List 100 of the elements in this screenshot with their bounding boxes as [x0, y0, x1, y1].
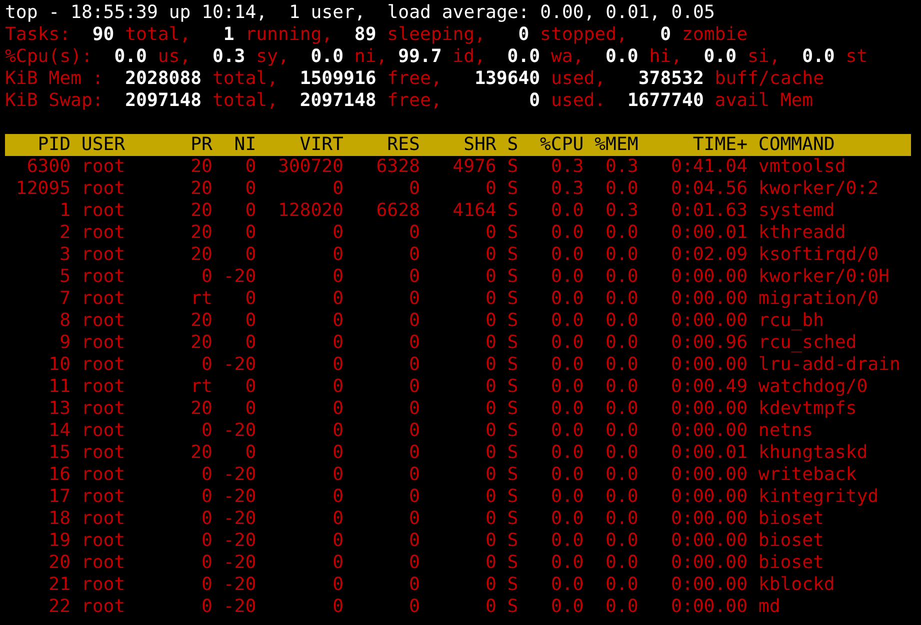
table-cell-text: S	[506, 200, 518, 222]
summary-value: 0.0	[507, 46, 540, 68]
summary-value: 0.0	[310, 46, 344, 68]
table-cell-text: 0	[484, 332, 496, 354]
table-cell-text: 0:00.00	[670, 596, 748, 618]
summary-value: 89	[354, 24, 376, 46]
table-cell-text: 0.0	[604, 596, 638, 618]
summary-value: 0.3	[212, 46, 246, 68]
table-cell-text: root	[81, 442, 126, 464]
table-cell: rcu_bh	[758, 310, 824, 332]
table-cell-text: 0	[332, 222, 344, 244]
table-cell-text: 0.0	[550, 530, 584, 552]
summary-label: KiB Mem :	[5, 68, 104, 90]
table-cell-text: 0.3	[550, 156, 584, 178]
table-cell-text: 0	[332, 398, 344, 420]
table-cell-text: S	[506, 310, 518, 332]
table-cell-text: S	[506, 222, 518, 244]
table-cell-text: 0.0	[550, 574, 584, 596]
table-cell-text: S	[506, 178, 518, 200]
table-cell-text: 0	[200, 464, 212, 486]
table-cell-text: rt	[190, 376, 212, 398]
table-cell-text: root	[81, 376, 126, 398]
summary-label: total,	[212, 68, 278, 90]
table-cell-text: 0	[408, 530, 420, 552]
table-cell-text: root	[81, 398, 126, 420]
table-cell-text: 0	[244, 222, 256, 244]
table-cell-text: -20	[222, 486, 256, 508]
summary-value: 1677740	[627, 90, 704, 112]
table-cell-text: -20	[222, 420, 256, 442]
table-cell: migration/0	[758, 288, 879, 310]
table-cell-text: -20	[222, 596, 256, 618]
table-cell-text: 0:00.00	[670, 398, 748, 420]
table-cell-text: 0	[244, 310, 256, 332]
table-cell-text: 0	[200, 596, 212, 618]
table-cell: bioset	[758, 508, 824, 530]
table-cell-text: 0.0	[550, 442, 584, 464]
summary-value: 0.0	[606, 46, 638, 68]
table-cell-text: root	[81, 266, 126, 288]
table-cell-text: 0.0	[604, 464, 638, 486]
table-cell-text: 0	[408, 442, 420, 464]
table-cell-text: 0.0	[604, 552, 638, 574]
table-cell-text: 0.0	[550, 596, 584, 618]
table-cell-text: 1	[58, 200, 71, 222]
summary-value: 139640	[474, 68, 540, 90]
table-cell-text: 14	[48, 420, 71, 442]
summary-value: 99.7	[398, 46, 442, 68]
table-cell-text: S	[506, 552, 518, 574]
table-cell-text: 0	[332, 244, 344, 266]
table-cell-text: -20	[222, 354, 256, 376]
table-cell-text: 0.3	[604, 156, 638, 178]
table-cell-text: 0:00.00	[670, 420, 748, 442]
table-cell-text: root	[81, 508, 126, 530]
table-cell-text: root	[81, 596, 126, 618]
table-cell-text: 0	[244, 288, 256, 310]
table-cell-text: S	[506, 442, 518, 464]
table-cell-text: 4976	[452, 156, 496, 178]
table-cell-text: 0.0	[604, 310, 638, 332]
table-cell-text: root	[81, 222, 126, 244]
table-cell-text: 0	[332, 574, 344, 596]
table-cell-text: S	[506, 288, 518, 310]
table-cell-text: root	[81, 156, 126, 178]
summary-label: id,	[452, 46, 486, 68]
summary-value: 378532	[638, 68, 704, 90]
table-cell-text: 0.0	[550, 552, 584, 574]
table-cell-text: root	[81, 288, 126, 310]
table-cell-text: 0.3	[604, 200, 638, 222]
column-header: %MEM	[594, 134, 638, 156]
table-cell-text: 18	[48, 508, 71, 530]
table-cell-text: 0	[332, 596, 344, 618]
table-cell-text: 0	[408, 420, 420, 442]
table-cell-text: 0.0	[550, 486, 584, 508]
table-cell-text: 0	[408, 288, 420, 310]
column-header: %CPU	[539, 134, 584, 156]
table-cell-text: S	[506, 156, 518, 178]
column-header: COMMAND	[758, 134, 835, 156]
table-cell-text: 0	[484, 508, 496, 530]
table-cell-text: 0	[332, 420, 344, 442]
table-cell-text: 22	[48, 596, 71, 618]
table-cell-text: 0:00.00	[670, 552, 748, 574]
table-cell-text: 0.0	[604, 398, 638, 420]
table-cell-text: 0.0	[550, 508, 584, 530]
table-cell-text: 0	[332, 442, 344, 464]
table-cell-text: 0	[332, 310, 344, 332]
table-cell-text: 19	[48, 530, 71, 552]
table-cell: vmtoolsd	[758, 156, 846, 178]
summary-label: buff/cache	[714, 68, 824, 90]
table-cell-text: 0	[484, 596, 496, 618]
table-cell-text: 0	[332, 552, 344, 574]
table-cell-text: 0	[484, 398, 496, 420]
table-cell-text: S	[506, 574, 518, 596]
table-cell: rcu_sched	[758, 332, 857, 354]
table-cell-text: 0	[200, 266, 212, 288]
table-cell: ksoftirqd/0	[758, 244, 879, 266]
table-cell-text: 15	[48, 442, 71, 464]
table-cell-text: 20	[190, 222, 212, 244]
summary-label: zombie	[682, 24, 748, 46]
summary-label: st	[846, 46, 868, 68]
table-cell-text: 0	[408, 552, 420, 574]
table-cell-text: 0:00.00	[670, 508, 748, 530]
summary-label: running,	[245, 24, 333, 46]
